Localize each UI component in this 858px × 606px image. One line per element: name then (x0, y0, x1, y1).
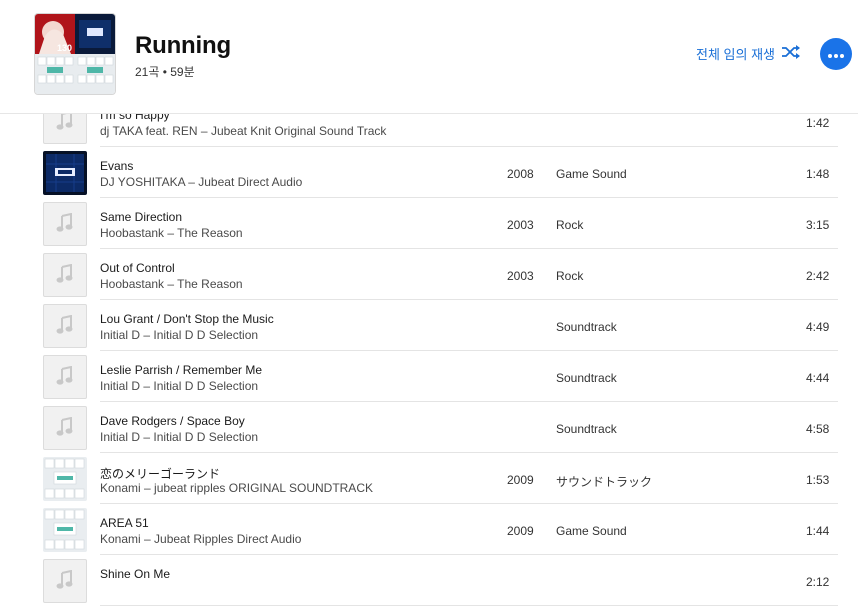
track-row[interactable]: Same Direction Hoobastank – The Reason 200… (0, 198, 858, 249)
track-year: 2003 (507, 269, 534, 283)
music-note-icon (43, 355, 87, 399)
album-art (43, 508, 87, 552)
shuffle-all-label: 전체 임의 재생 (696, 47, 775, 62)
track-genre: サウンドトラック (556, 475, 653, 489)
track-title: Evans (100, 159, 134, 173)
track-title: Dave Rodgers / Space Boy (100, 414, 245, 428)
track-duration: 1:42 (806, 116, 830, 130)
track-duration: 4:58 (806, 422, 830, 436)
track-artist-album: Hoobastank – The Reason (100, 226, 243, 240)
track-row[interactable]: AREA 51 Konami – Jubeat Ripples Direct Au… (0, 504, 858, 555)
track-title: Leslie Parrish / Remember Me (100, 363, 263, 377)
track-title: Shine On Me (100, 567, 171, 581)
track-year: 2009 (507, 473, 534, 487)
track-genre: Soundtrack (556, 422, 617, 436)
track-row[interactable]: Out of Control Hoobastank – The Reason 200… (0, 249, 858, 300)
track-title: 恋のメリーゴーランド (100, 467, 221, 481)
track-genre: Soundtrack (556, 320, 617, 334)
track-title: Same Direction (100, 210, 183, 224)
track-row[interactable]: Lou Grant / Don't Stop the Music Initial … (0, 300, 858, 351)
shuffle-all-button[interactable]: 전체 임의 재생 (696, 44, 801, 63)
music-note-icon (43, 559, 87, 603)
track-artist-album: DJ YOSHITAKA – Jubeat Direct Audio (100, 175, 303, 189)
track-genre: Rock (556, 218, 584, 232)
track-row[interactable]: 恋のメリーゴーランド Konami – jubeat ripples ORIGIN… (0, 453, 858, 504)
track-title: Lou Grant / Don't Stop the Music (100, 312, 274, 326)
track-duration: 4:49 (806, 320, 830, 334)
track-year: 2008 (507, 167, 534, 181)
track-row[interactable]: Shine On Me 2:12 (0, 555, 858, 606)
track-artist-album: Initial D – Initial D D Selection (100, 328, 259, 342)
track-duration: 1:48 (806, 167, 830, 181)
track-duration: 1:44 (806, 524, 830, 538)
playlist-title: Running (135, 32, 231, 59)
track-year: 2009 (507, 524, 534, 538)
track-duration: 3:15 (806, 218, 830, 232)
more-dots-icon (828, 45, 844, 63)
track-duration: 2:42 (806, 269, 830, 283)
track-row[interactable]: Evans DJ YOSHITAKA – Jubeat Direct Audio 2… (0, 147, 858, 198)
playlist-summary: 21곡 • 59분 (135, 65, 195, 79)
music-note-icon (43, 406, 87, 450)
track-artist-album: dj TAKA feat. REN – Jubeat Knit Original… (100, 124, 387, 138)
svg-text:130: 130 (57, 43, 72, 53)
track-artist-album: Konami – jubeat ripples ORIGINAL SOUNDTR… (100, 481, 373, 495)
music-note-icon (43, 304, 87, 348)
track-list: I'm so Happy dj TAKA feat. REN – Jubeat K… (0, 96, 858, 606)
playlist-cover-art: 130 (35, 14, 115, 94)
track-artist-album: Konami – Jubeat Ripples Direct Audio (100, 532, 302, 546)
album-art (43, 151, 87, 195)
music-note-icon (43, 202, 87, 246)
track-artist-album: Initial D – Initial D D Selection (100, 379, 259, 393)
music-note-icon (43, 253, 87, 297)
track-genre: Game Sound (556, 167, 627, 181)
track-genre: Game Sound (556, 524, 627, 538)
track-duration: 4:44 (806, 371, 830, 385)
track-genre: Soundtrack (556, 371, 617, 385)
track-genre: Rock (556, 269, 584, 283)
track-artist-album: Hoobastank – The Reason (100, 277, 243, 291)
track-year: 2003 (507, 218, 534, 232)
header-divider (0, 113, 858, 114)
track-title: Out of Control (100, 261, 175, 275)
shuffle-icon (781, 45, 801, 62)
track-duration: 1:53 (806, 473, 830, 487)
track-artist-album: Initial D – Initial D D Selection (100, 430, 259, 444)
more-options-button[interactable] (820, 38, 852, 70)
album-art (43, 457, 87, 501)
playlist-header: 130 Running 21곡 • 59분 전체 임의 재생 (0, 0, 858, 113)
track-row[interactable]: Leslie Parrish / Remember Me Initial D – … (0, 351, 858, 402)
track-duration: 2:12 (806, 575, 830, 589)
track-row[interactable]: Dave Rodgers / Space Boy Initial D – Init… (0, 402, 858, 453)
track-title: AREA 51 (100, 516, 149, 530)
